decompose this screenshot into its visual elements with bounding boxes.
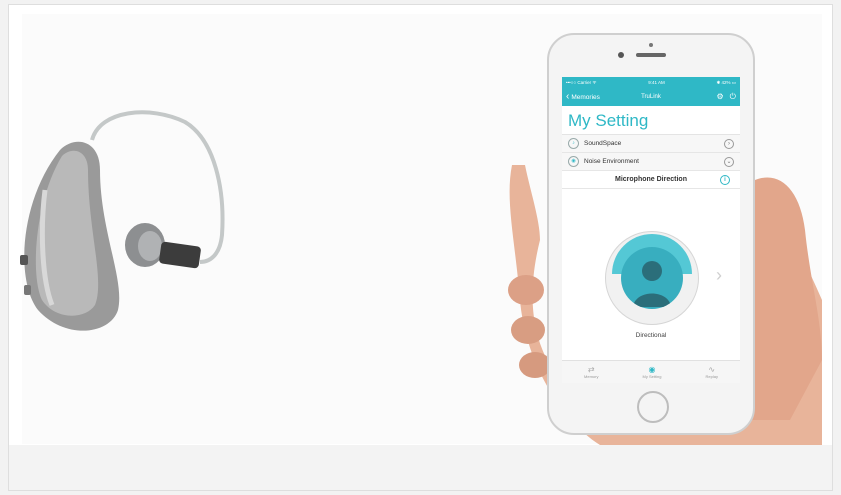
nav-bar: ‹ Memories TruLink ⚙ ⏻ [562, 88, 740, 106]
row-noise-environment[interactable]: ◉ Noise Environment ⌄ [562, 153, 740, 171]
speaker [636, 53, 666, 57]
carrier-text: •••○○ Carrier ᯤ [566, 79, 597, 85]
home-button [637, 391, 669, 423]
tab-memory[interactable]: ⇄ Memory [584, 365, 598, 379]
back-label: Memories [571, 93, 600, 101]
status-bar: •••○○ Carrier ᯤ 9:41 AM ✱ 42% ▭ [562, 77, 740, 88]
page-title: My Setting [562, 106, 740, 135]
receiver [159, 241, 201, 269]
row-soundspace[interactable]: ♪ SoundSpace › [562, 135, 740, 153]
tab-label: My Setting [642, 374, 662, 379]
dial-label: Directional [635, 332, 667, 339]
direction-dial[interactable] [605, 231, 699, 325]
direction-dial-area: › Directional [562, 189, 740, 367]
tab-my-setting[interactable]: ◉ My Setting [643, 365, 662, 379]
swap-icon: ⇄ [587, 365, 595, 374]
tab-replay[interactable]: ∿ Replay [706, 365, 718, 379]
person-icon [633, 261, 671, 307]
soundspace-icon: ♪ [568, 138, 579, 149]
tab-label: Memory [584, 374, 599, 379]
tab-bar: ⇄ Memory ◉ My Setting ∿ Replay [562, 360, 740, 383]
section-title: Microphone Direction [615, 176, 687, 183]
front-camera [618, 52, 624, 58]
chevron-down-icon: ⌄ [724, 156, 734, 167]
noise-icon: ◉ [568, 156, 579, 167]
gear-icon[interactable]: ⚙ [717, 92, 724, 102]
row-label: SoundSpace [584, 140, 622, 147]
battery-text: ✱ 42% ▭ [716, 79, 736, 85]
settings-dial-icon: ◉ [648, 365, 656, 374]
info-icon[interactable]: i [720, 174, 730, 185]
tab-label: Replay [705, 374, 718, 379]
chevron-left-icon: ‹ [566, 91, 570, 102]
power-icon[interactable]: ⏻ [730, 92, 736, 102]
dial-center [621, 247, 683, 309]
chevron-right-icon[interactable]: › [716, 265, 722, 286]
phone-screen: •••○○ Carrier ᯤ 9:41 AM ✱ 42% ▭ ‹ Memori… [562, 77, 740, 383]
time-text: 9:41 AM [648, 80, 665, 85]
section-microphone-direction: Microphone Direction i [562, 171, 740, 189]
chevron-right-icon: › [724, 138, 734, 149]
back-button[interactable]: ‹ Memories [566, 92, 600, 102]
row-label: Noise Environment [584, 158, 639, 165]
wave-icon: ∿ [708, 365, 716, 374]
nav-icons: ⚙ ⏻ [717, 92, 737, 102]
